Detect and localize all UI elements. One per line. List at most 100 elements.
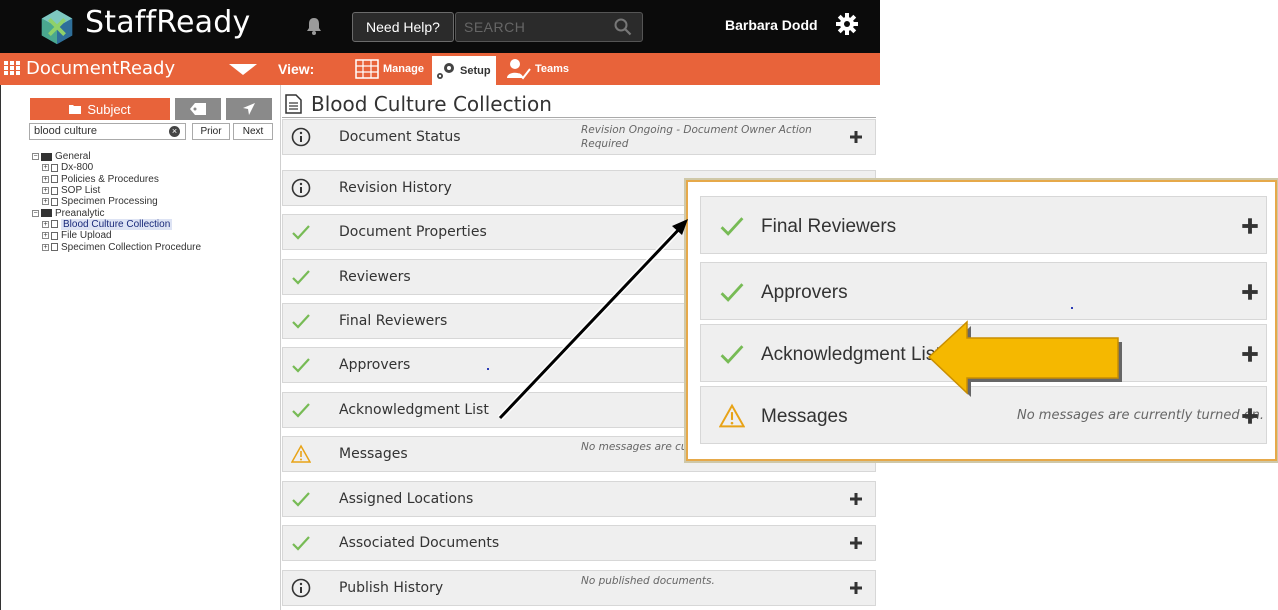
zoom-section-row[interactable]: Messages No messages are currently turned…: [700, 386, 1267, 444]
tree-item[interactable]: + Specimen Collection Procedure: [32, 241, 202, 253]
check-icon: [720, 283, 744, 302]
expand-plus-icon[interactable]: [1241, 345, 1259, 363]
search-placeholder: SEARCH: [464, 19, 526, 35]
expand-toggle-icon[interactable]: +: [42, 198, 49, 206]
folder-icon: [41, 209, 52, 218]
expand-toggle-icon[interactable]: −: [32, 209, 39, 217]
expand-toggle-icon[interactable]: +: [42, 243, 49, 251]
section-status: Revision Ongoing - Document Owner Action…: [581, 124, 812, 150]
tree-item[interactable]: + Dx-800: [32, 162, 201, 173]
zoom-section-status: No messages are currently turned on.: [1017, 408, 1265, 423]
check-icon: [292, 358, 310, 373]
folder-icon: [69, 105, 82, 114]
module-dropdown-icon[interactable]: [229, 64, 257, 75]
expand-toggle-icon[interactable]: +: [42, 232, 49, 240]
zoom-section-label: Final Reviewers: [761, 216, 897, 237]
expand-toggle-icon[interactable]: +: [42, 187, 49, 195]
tree-search-input[interactable]: blood culture: [29, 123, 186, 140]
tree-item-label: Blood Culture Collection: [61, 218, 173, 230]
tree-item[interactable]: + Policies & Procedures: [32, 174, 201, 185]
zoom-section-row[interactable]: Approvers: [700, 262, 1267, 320]
expand-plus-icon[interactable]: [849, 492, 863, 506]
section-label: Assigned Locations: [339, 491, 474, 507]
expand-plus-icon[interactable]: [1241, 217, 1259, 235]
zoom-section-row[interactable]: Final Reviewers: [700, 196, 1267, 254]
section-row[interactable]: Document Status Revision Ongoing - Docume…: [282, 119, 876, 155]
check-icon: [292, 225, 310, 240]
zoom-section-row[interactable]: Acknowledgment List: [700, 324, 1267, 382]
tree-item-label: Specimen Collection Procedure: [61, 241, 202, 253]
tree-item[interactable]: − General: [32, 151, 201, 162]
need-help-button[interactable]: Need Help?: [352, 12, 454, 42]
tree-item[interactable]: + SOP List: [32, 185, 201, 196]
staffready-logo-icon[interactable]: [38, 8, 76, 46]
view-label: View:: [278, 61, 315, 77]
left-panel: Subject blood culture × Prior Next − Gene…: [0, 85, 281, 610]
search-icon[interactable]: [614, 18, 632, 36]
view-teams-tab[interactable]: Teams: [505, 56, 569, 82]
subject-tab-label: Subject: [87, 101, 131, 117]
document-title: Blood Culture Collection: [311, 92, 552, 116]
section-label: Approvers: [339, 357, 411, 373]
check-icon: [292, 536, 310, 551]
tree-item[interactable]: + File Upload: [32, 230, 201, 241]
section-label: Final Reviewers: [339, 313, 448, 329]
expand-plus-icon[interactable]: [1241, 407, 1259, 425]
section-row[interactable]: Associated Documents: [282, 525, 876, 561]
expand-plus-icon[interactable]: [1241, 283, 1259, 301]
view-setup-tab[interactable]: Setup: [432, 56, 496, 85]
tree-item-label: Specimen Processing: [61, 196, 158, 208]
info-icon: [291, 578, 311, 598]
document-icon: [51, 197, 58, 206]
expand-plus-icon[interactable]: [849, 581, 863, 595]
check-icon: [720, 345, 744, 364]
zoom-callout: Final Reviewers Approvers Acknowledgment L…: [686, 180, 1277, 461]
document-icon: [51, 175, 58, 184]
module-bar: DocumentReady View: Manage Setup Teams: [0, 53, 880, 85]
check-icon: [292, 492, 310, 507]
clear-search-icon[interactable]: ×: [169, 126, 180, 137]
tree-item-label: Preanalytic: [55, 207, 105, 219]
tree-item[interactable]: + Blood Culture Collection: [32, 218, 201, 230]
subject-tab[interactable]: Subject: [30, 98, 170, 120]
expand-plus-icon[interactable]: [849, 130, 863, 144]
next-button[interactable]: Next: [233, 123, 273, 140]
document-icon: [285, 94, 302, 114]
stray-dot: [1071, 307, 1073, 309]
tree-item-label: General: [55, 151, 91, 163]
tree-item[interactable]: − Preanalytic: [32, 207, 201, 219]
section-label: Acknowledgment List: [339, 402, 489, 418]
section-row[interactable]: Assigned Locations: [282, 481, 876, 517]
stray-dot: [487, 368, 489, 370]
section-label: Publish History: [339, 580, 444, 596]
top-bar: StaffReady Need Help? SEARCH Barbara Dod…: [0, 0, 880, 53]
tags-tab[interactable]: [175, 98, 221, 120]
document-tree: − General + Dx-800 + Policies & Procedures + SO…: [32, 151, 201, 253]
tree-item-label: SOP List: [61, 185, 101, 197]
table-icon: [355, 59, 379, 79]
view-manage-label: Manage: [383, 63, 424, 75]
module-name[interactable]: DocumentReady: [26, 58, 175, 79]
bell-icon[interactable]: [303, 15, 325, 37]
section-label: Messages: [339, 446, 408, 462]
search-input[interactable]: SEARCH: [455, 12, 643, 42]
user-name[interactable]: Barbara Dodd: [725, 17, 818, 33]
info-icon: [291, 127, 311, 147]
expand-plus-icon[interactable]: [849, 536, 863, 550]
prior-button[interactable]: Prior: [192, 123, 230, 140]
tree-item[interactable]: + Specimen Processing: [32, 196, 201, 207]
section-label: Document Status: [339, 129, 461, 145]
location-tab[interactable]: [226, 98, 272, 120]
title-divider: [282, 117, 876, 118]
gear-icon[interactable]: [835, 12, 859, 36]
expand-toggle-icon[interactable]: +: [42, 164, 49, 172]
section-label: Document Properties: [339, 224, 487, 240]
expand-toggle-icon[interactable]: +: [42, 220, 49, 228]
view-manage-tab[interactable]: Manage: [351, 56, 428, 82]
zoom-section-label: Acknowledgment List: [761, 344, 941, 365]
expand-toggle-icon[interactable]: +: [42, 175, 49, 183]
gears-icon: [437, 62, 454, 79]
folder-icon: [41, 152, 52, 161]
expand-toggle-icon[interactable]: −: [32, 153, 39, 161]
section-row[interactable]: Publish History No published documents.: [282, 570, 876, 606]
